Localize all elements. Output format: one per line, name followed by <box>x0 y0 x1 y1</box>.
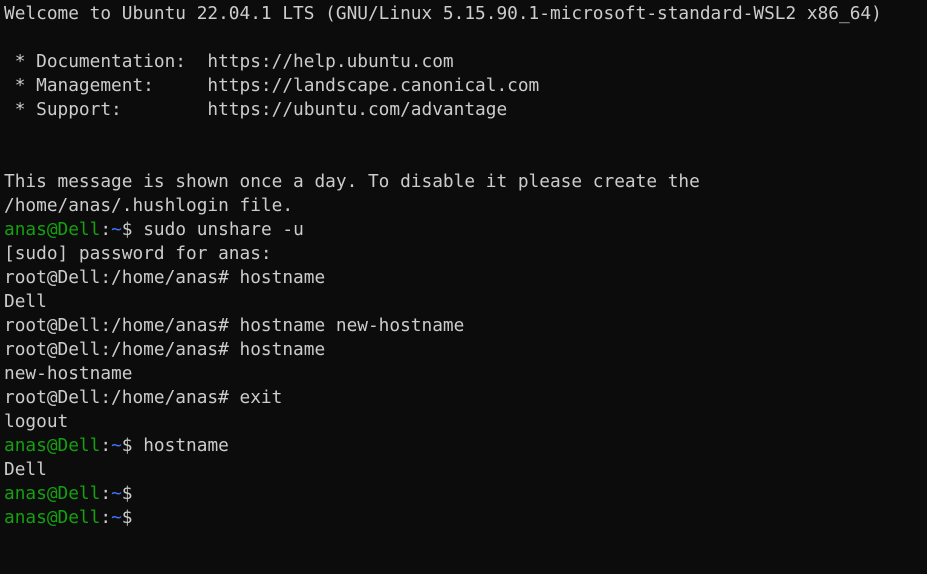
prompt-user-host: anas@Dell <box>4 483 101 504</box>
command-text: sudo unshare -u <box>143 219 304 240</box>
prompt-symbol: $ <box>121 435 144 456</box>
prompt-line: anas@Dell:~$ sudo unshare -u <box>4 218 927 242</box>
output-line: logout <box>4 411 69 432</box>
output-line: * Management: https://landscape.canonica… <box>4 75 540 96</box>
output-line: * Documentation: https://help.ubuntu.com <box>4 51 454 72</box>
prompt-path: ~ <box>111 435 122 456</box>
prompt-line: anas@Dell:~$ hostname <box>4 434 927 458</box>
output-line: root@Dell:/home/anas# exit <box>4 387 283 408</box>
prompt-symbol: $ <box>121 219 144 240</box>
output-line: /home/anas/.hushlogin file. <box>4 195 294 216</box>
terminal-window[interactable]: Welcome to Ubuntu 22.04.1 LTS (GNU/Linux… <box>0 0 927 574</box>
prompt-path: ~ <box>111 219 122 240</box>
output-line: Dell <box>4 291 47 312</box>
output-line: Welcome to Ubuntu 22.04.1 LTS (GNU/Linux… <box>4 3 882 24</box>
prompt-line: anas@Dell:~$ <box>4 506 927 530</box>
prompt-separator: : <box>100 435 112 456</box>
prompt-path: ~ <box>111 507 122 528</box>
command-text: hostname <box>143 435 229 456</box>
output-line: root@Dell:/home/anas# hostname <box>4 267 326 288</box>
prompt-separator: : <box>100 507 112 528</box>
prompt-separator: : <box>100 483 112 504</box>
output-line: root@Dell:/home/anas# hostname new-hostn… <box>4 315 465 336</box>
output-line: * Support: https://ubuntu.com/advantage <box>4 99 508 120</box>
output-line: This message is shown once a day. To dis… <box>4 171 700 192</box>
output-line: new-hostname <box>4 363 133 384</box>
output-line: Dell <box>4 459 47 480</box>
output-line: root@Dell:/home/anas# hostname <box>4 339 326 360</box>
prompt-path: ~ <box>111 483 122 504</box>
prompt-symbol: $ <box>121 507 133 528</box>
output-line: [sudo] password for anas: <box>4 243 272 264</box>
prompt-separator: : <box>100 219 112 240</box>
prompt-user-host: anas@Dell <box>4 507 101 528</box>
prompt-user-host: anas@Dell <box>4 219 101 240</box>
prompt-user-host: anas@Dell <box>4 435 101 456</box>
prompt-symbol: $ <box>121 483 133 504</box>
prompt-line: anas@Dell:~$ <box>4 482 927 506</box>
